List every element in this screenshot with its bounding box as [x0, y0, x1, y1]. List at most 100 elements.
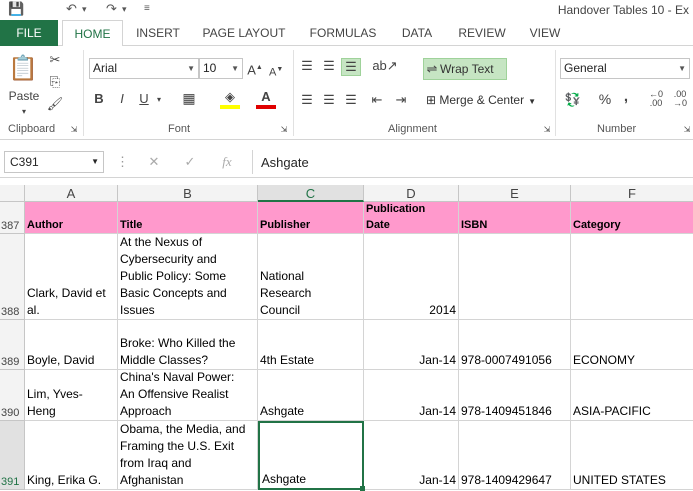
font-launcher-icon[interactable]: ⇲: [278, 122, 290, 138]
column-header-f[interactable]: F: [571, 185, 693, 202]
tab-insert[interactable]: INSERT: [132, 20, 184, 46]
borders-icon[interactable]: ▦: [176, 90, 202, 106]
header-cell-publisher[interactable]: Publisher: [258, 202, 364, 234]
select-all-button[interactable]: [0, 185, 25, 202]
tab-home[interactable]: HOME: [62, 20, 123, 47]
cut-icon[interactable]: ✂: [46, 52, 64, 68]
align-middle-icon[interactable]: ☰: [320, 58, 338, 74]
table-cell[interactable]: 978-0007491056: [459, 320, 571, 370]
paste-icon[interactable]: 📋: [8, 54, 38, 84]
table-cell[interactable]: [459, 234, 571, 320]
align-center-icon[interactable]: ☰: [320, 92, 338, 108]
table-cell[interactable]: 978-1409429647: [459, 421, 571, 490]
table-cell[interactable]: At the Nexus of Cybersecurity and Public…: [118, 234, 258, 320]
tab-formulas[interactable]: FORMULAS: [304, 20, 382, 46]
fill-handle[interactable]: [360, 486, 365, 491]
table-cell[interactable]: Jan-14: [364, 421, 459, 490]
align-top-icon[interactable]: ☰: [298, 58, 316, 74]
undo-icon[interactable]: ↶: [66, 1, 77, 17]
header-cell-author[interactable]: Author: [25, 202, 118, 234]
tab-view[interactable]: VIEW: [524, 20, 566, 46]
table-cell[interactable]: China's Naval Power: An Offensive Realis…: [118, 370, 258, 421]
increase-decimal-icon[interactable]: ←0.00: [646, 90, 666, 108]
alignment-launcher-icon[interactable]: ⇲: [541, 122, 553, 138]
decrease-decimal-icon[interactable]: .00 →0: [670, 90, 690, 108]
format-painter-icon[interactable]: 🖌: [46, 96, 64, 112]
fill-color-icon[interactable]: ◈: [220, 89, 240, 109]
tab-review[interactable]: REVIEW: [452, 20, 512, 46]
italic-button[interactable]: I: [115, 91, 129, 107]
table-cell[interactable]: King, Erika G.: [25, 421, 118, 490]
header-cell-isbn[interactable]: ISBN: [459, 202, 571, 234]
font-name-dropdown[interactable]: Arial ▼: [89, 58, 199, 79]
table-cell[interactable]: Obama, the Media, and Framing the U.S. E…: [118, 421, 258, 490]
table-cell[interactable]: National Research Council: [258, 234, 364, 320]
row-header[interactable]: 388: [0, 234, 25, 320]
table-cell[interactable]: UNITED STATES: [571, 421, 693, 490]
table-cell[interactable]: Jan-14: [364, 370, 459, 421]
header-cell-title[interactable]: Title: [118, 202, 258, 234]
redo-icon[interactable]: ↷: [106, 1, 117, 17]
formula-input[interactable]: Ashgate: [261, 155, 309, 170]
table-cell[interactable]: Clark, David et al.: [25, 234, 118, 320]
cancel-icon[interactable]: ✕: [146, 154, 162, 170]
tab-file[interactable]: FILE: [0, 20, 58, 46]
decrease-indent-icon[interactable]: ⇤: [368, 92, 386, 108]
merge-center-button[interactable]: ⊞ Merge & Center ▼: [426, 90, 536, 112]
number-format-dropdown[interactable]: General ▼: [560, 58, 690, 79]
orientation-icon[interactable]: ab↗: [372, 58, 398, 74]
align-left-icon[interactable]: ☰: [298, 92, 316, 108]
header-cell-publication-date[interactable]: Publication Date: [364, 202, 459, 234]
active-cell[interactable]: Ashgate: [258, 421, 364, 490]
column-header-e[interactable]: E: [459, 185, 571, 202]
font-color-icon[interactable]: A: [256, 89, 276, 109]
enter-icon[interactable]: ✓: [182, 154, 198, 170]
tab-page-layout[interactable]: PAGE LAYOUT: [196, 20, 292, 46]
increase-indent-icon[interactable]: ⇥: [392, 92, 410, 108]
table-cell[interactable]: Jan-14: [364, 320, 459, 370]
redo-dropdown-icon[interactable]: ▾: [122, 4, 127, 15]
row-header[interactable]: 389: [0, 320, 25, 370]
underline-dropdown-icon[interactable]: ▾: [154, 92, 164, 108]
row-header[interactable]: 387: [0, 202, 25, 234]
percent-button[interactable]: %: [598, 91, 612, 107]
align-bottom-icon[interactable]: ☰: [341, 58, 361, 76]
table-cell[interactable]: Ashgate: [258, 370, 364, 421]
column-header-d[interactable]: D: [364, 185, 459, 202]
name-box[interactable]: C391 ▼: [4, 151, 104, 173]
table-cell[interactable]: Boyle, David: [25, 320, 118, 370]
table-cell[interactable]: [571, 234, 693, 320]
insert-function-button[interactable]: fx: [218, 154, 236, 170]
column-header-a[interactable]: A: [25, 185, 118, 202]
number-launcher-icon[interactable]: ⇲: [681, 122, 693, 138]
underline-button[interactable]: U: [137, 91, 151, 107]
align-right-icon[interactable]: ☰: [342, 92, 360, 108]
bold-button[interactable]: B: [92, 91, 106, 107]
table-cell[interactable]: 4th Estate: [258, 320, 364, 370]
column-header-b[interactable]: B: [118, 185, 258, 202]
clipboard-launcher-icon[interactable]: ⇲: [68, 122, 80, 138]
table-cell[interactable]: Lim, Yves- Heng: [25, 370, 118, 421]
currency-icon[interactable]: 💱: [562, 92, 584, 108]
save-icon[interactable]: 💾: [8, 1, 24, 17]
row-header[interactable]: 390: [0, 370, 25, 421]
undo-dropdown-icon[interactable]: ▾: [82, 4, 87, 15]
table-cell[interactable]: ECONOMY: [571, 320, 693, 370]
customize-qat-icon[interactable]: ≡: [144, 3, 150, 14]
column-header-c[interactable]: C: [258, 185, 364, 202]
tab-data[interactable]: DATA: [394, 20, 440, 46]
header-cell-category[interactable]: Category: [571, 202, 693, 234]
table-cell[interactable]: ASIA-PACIFIC: [571, 370, 693, 421]
wrap-text-button[interactable]: ⇌ Wrap Text: [423, 58, 507, 80]
decrease-font-icon[interactable]: A▼: [269, 62, 283, 81]
copy-icon[interactable]: ⎘: [46, 74, 64, 90]
comma-button[interactable]: ,: [620, 89, 632, 105]
increase-font-icon[interactable]: A▲: [247, 60, 263, 78]
table-cell[interactable]: 978-1409451846: [459, 370, 571, 421]
table-cell[interactable]: 2014: [364, 234, 459, 320]
paste-dropdown-icon[interactable]: ▾: [16, 104, 32, 120]
font-size-dropdown[interactable]: 10 ▼: [199, 58, 243, 79]
paste-button[interactable]: Paste: [4, 88, 44, 104]
row-header[interactable]: 391: [0, 421, 25, 490]
table-cell[interactable]: Broke: Who Killed the Middle Classes?: [118, 320, 258, 370]
